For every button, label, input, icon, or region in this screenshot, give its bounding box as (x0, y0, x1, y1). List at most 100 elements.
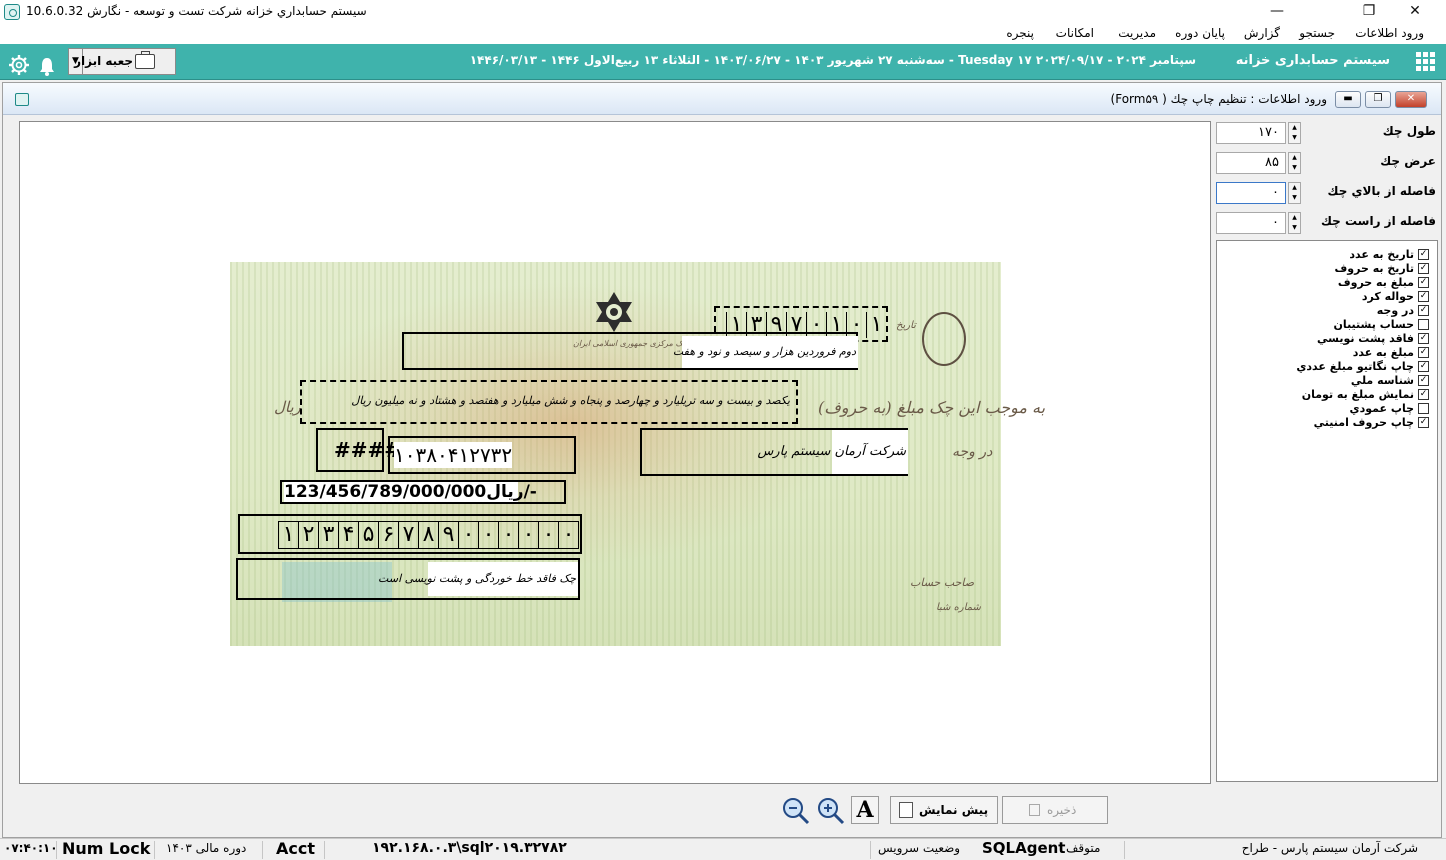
print-options-list: ✓تاریخ به عدد ✓تاریخ به حروف ✓مبلغ به حروف… (1216, 240, 1438, 782)
national-code: ۱۰۳۸۰۴۱۲۷۳۲ (394, 442, 513, 468)
app-icon (4, 4, 20, 20)
menu-window[interactable]: پنجره (1006, 26, 1034, 40)
amount-digit: ۰ (478, 522, 498, 548)
checkbox-checked-icon[interactable]: ✓ (1418, 305, 1429, 316)
amount-numeric-field[interactable]: 123/456/789/000/000ریال/- (280, 480, 566, 504)
status-sqlagent-label: وضعيت سرويس (878, 841, 961, 855)
status-sqlagent-state: متوقف (1066, 841, 1101, 855)
amount-digit: ۹ (438, 522, 458, 548)
form-minimize-button[interactable]: ▬ (1335, 91, 1361, 108)
maximize-button[interactable]: ❐ (1346, 0, 1392, 24)
status-acct: Acct (276, 839, 315, 858)
print-option-item[interactable]: ✓ فاقد پشت نويسي (1317, 331, 1429, 345)
print-option-label: چاپ نگاتيو مبلغ عددي (1296, 360, 1414, 373)
print-option-label: شناسه ملي (1350, 374, 1414, 387)
amount-digit: ۵ (358, 522, 378, 548)
window-titlebar: سيستم حسابداري خزانه شرکت تست و توسعه - … (0, 0, 1446, 24)
status-company: شرکت آرمان سیستم پارس - طراح (1241, 841, 1418, 855)
print-option-item[interactable]: ✓تاریخ به حروف (1335, 261, 1429, 275)
zoom-out-icon[interactable] (781, 796, 811, 826)
print-preview-canvas: تاریخ بانک مرکزی جمهوری اسلامی ایران به … (19, 121, 1211, 784)
checkbox-checked-icon[interactable]: ✓ (1418, 333, 1429, 344)
print-option-item[interactable]: ✓ شناسه ملي (1351, 373, 1429, 387)
check-length-spinner[interactable]: ▲ ▼ (1288, 122, 1301, 144)
top-offset-spinner[interactable]: ▲ ▼ (1288, 182, 1301, 204)
status-separator (1124, 841, 1125, 859)
print-option-label: فاقد پشت نويسي (1317, 332, 1414, 345)
cheque-preview: تاریخ بانک مرکزی جمهوری اسلامی ایران به … (230, 262, 1045, 646)
date-words-field[interactable]: دوم فروردین هزار و سیصد و نود و هفت (402, 332, 858, 370)
menu-data-entry[interactable]: ورود اطلاعات (1355, 26, 1424, 40)
preview-button[interactable]: پيش نمايش (890, 796, 998, 824)
print-option-item[interactable]: ✓ در وجه (1377, 303, 1429, 317)
menu-management[interactable]: مدیریت (1118, 26, 1156, 40)
date-digit: ۱ (866, 312, 886, 338)
toolbox-icon (135, 51, 155, 69)
toolbox-button[interactable]: ▼ جعبه ابزار (68, 48, 176, 75)
check-length-input[interactable]: ۱۷۰ (1216, 122, 1286, 144)
checkbox-checked-icon[interactable]: ✓ (1418, 361, 1429, 372)
grid-menu-icon[interactable] (1416, 52, 1436, 72)
status-clock: ۰۷:۴۰:۱۰ (4, 841, 58, 855)
gear-icon[interactable] (8, 54, 30, 76)
printed-pay-label: به موجب این چک مبلغ (به حروف) (818, 398, 1046, 417)
check-width-input[interactable]: ۸۵ (1216, 152, 1286, 174)
right-offset-spinner[interactable]: ▲ ▼ (1288, 212, 1301, 234)
checkbox-checked-icon[interactable]: ✓ (1418, 263, 1429, 274)
form-restore-button[interactable]: ❐ (1365, 91, 1391, 108)
close-button[interactable]: ✕ (1392, 0, 1438, 24)
checkbox-unchecked-icon[interactable] (1418, 319, 1429, 330)
checkbox-checked-icon[interactable]: ✓ (1418, 249, 1429, 260)
bell-icon[interactable] (38, 56, 56, 76)
menu-report[interactable]: گزارش (1244, 26, 1280, 40)
print-option-item[interactable]: حساب پشتیبان (1334, 317, 1429, 331)
amount-digits-field[interactable]: ۱۲۳۴۵۶۷۸۹۰۰۰۰۰۰ (238, 514, 582, 554)
checkbox-checked-icon[interactable]: ✓ (1418, 389, 1429, 400)
minimize-button[interactable]: — (1254, 0, 1300, 24)
toolbox-label: جعبه ابزار (74, 54, 133, 68)
menu-features[interactable]: امکانات (1056, 26, 1094, 40)
right-offset-setting: ۰ ▲ ▼ فاصله از راست چك (1216, 212, 1436, 234)
print-option-item[interactable]: ✓ چاپ نگاتيو مبلغ عددي (1296, 359, 1429, 373)
form-icon (15, 93, 29, 106)
amount-digits: ۱۲۳۴۵۶۷۸۹۰۰۰۰۰۰ (278, 521, 579, 549)
top-offset-input[interactable]: ۰ (1216, 182, 1286, 204)
national-id-hash-field[interactable]: #### (316, 428, 401, 472)
print-option-item[interactable]: ✓ حواله کرد (1362, 289, 1429, 303)
form-close-button[interactable]: ✕ (1395, 91, 1427, 108)
menu-period-end[interactable]: پایان دوره (1175, 26, 1225, 40)
right-offset-label: فاصله از راست چك (1320, 214, 1436, 228)
print-option-label: مبلغ به عدد (1352, 346, 1414, 359)
status-sqlagent-name: SQLAgent (982, 839, 1066, 857)
checkbox-checked-icon[interactable]: ✓ (1418, 347, 1429, 358)
checkbox-checked-icon[interactable]: ✓ (1418, 291, 1429, 302)
save-button-label: ذخيره (1047, 803, 1077, 817)
print-option-item[interactable]: ✓ نمايش مبلغ به تومان (1302, 387, 1429, 401)
printed-owner-label: صاحب حساب (910, 576, 975, 589)
print-option-item[interactable]: ✓ مبلغ به عدد (1353, 345, 1429, 359)
national-code-field[interactable]: ۱۰۳۸۰۴۱۲۷۳۲ (388, 436, 576, 474)
zoom-in-icon[interactable] (816, 796, 846, 826)
checkbox-checked-icon[interactable]: ✓ (1418, 375, 1429, 386)
form-title: ورود اطلاعات : تنظيم چاپ چك ( Form۵۹) (1110, 92, 1327, 106)
print-option-item[interactable]: ✓ مبلغ به حروف (1338, 275, 1429, 289)
payee-field[interactable]: شرکت آرمان سیستم پارس (640, 428, 908, 476)
check-length-label: طول چك (1382, 124, 1436, 138)
save-button[interactable]: ذخيره (1002, 796, 1108, 824)
menu-search[interactable]: جستجو (1299, 26, 1335, 40)
check-width-spinner[interactable]: ▲ ▼ (1288, 152, 1301, 174)
amount-digit: ۲ (298, 522, 318, 548)
print-option-item[interactable]: ✓ چاپ حروف امنيتي (1314, 415, 1429, 429)
amount-words-field[interactable]: یکصد و بیست و سه تریلیارد و چهارصد و پنج… (300, 380, 798, 424)
print-option-item[interactable]: ✓ تاریخ به عدد (1349, 247, 1429, 261)
form-titlebar: ورود اطلاعات : تنظيم چاپ چك ( Form۵۹) ▬ … (3, 83, 1441, 115)
right-offset-input[interactable]: ۰ (1216, 212, 1286, 234)
checkbox-unchecked-icon[interactable] (1418, 403, 1429, 414)
footer-note-field[interactable]: چک فاقد خط خوردگی و پشت نویسی است (236, 558, 580, 600)
print-option-item[interactable]: چاپ عمودي (1350, 401, 1429, 415)
amount-digit: ۸ (418, 522, 438, 548)
preview-button-label: پيش نمايش (919, 803, 989, 817)
checkbox-checked-icon[interactable]: ✓ (1418, 277, 1429, 288)
checkbox-checked-icon[interactable]: ✓ (1418, 417, 1429, 428)
font-button[interactable]: A (851, 796, 879, 824)
